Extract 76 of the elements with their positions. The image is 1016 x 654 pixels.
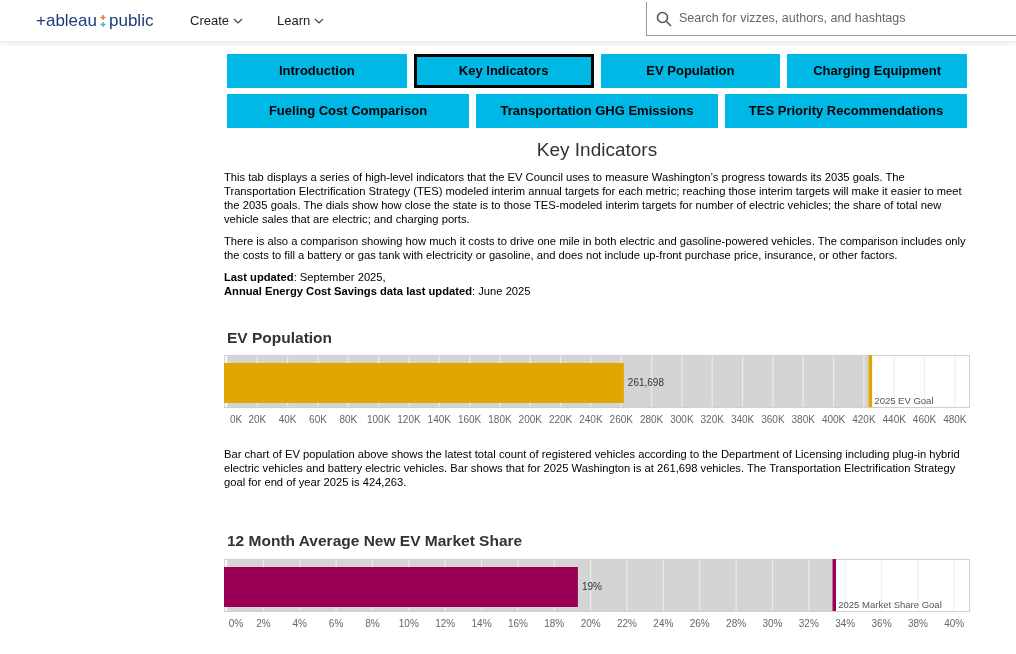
axis-tick-label: 460K [912, 414, 937, 426]
axis-tick-label: 420K [852, 414, 876, 426]
search-field[interactable]: Search for vizzes, authors, and hashtags [646, 1, 1016, 36]
update-note: Annual Energy Cost Savings data last updated: June 2025 [224, 284, 532, 298]
search-icon [656, 10, 672, 27]
tab[interactable]: Transportation GHG Emissions [476, 94, 718, 128]
axis-tick-label: 20K [248, 414, 267, 426]
chart-title: EV Population [227, 328, 334, 348]
page-title: Key Indicators [535, 138, 659, 162]
tab[interactable]: Fueling Cost Comparison [227, 94, 469, 128]
description-paragraph: There is also a comparison showing how much it costs to drive one mile in both electric and gasoline-powered vehicles. The comparison includes only the costs to fill a battery or gas tank with electricity or gasoline, and does not include up-front purchase price, insurance, or other factors. [224, 234, 967, 262]
sparkle-icon [98, 14, 108, 27]
goal-label: 2025 Market Share Goal [838, 598, 942, 610]
axis-tick-label: 6% [328, 617, 344, 629]
axis-tick-label: 10% [398, 617, 419, 629]
goal-line [832, 558, 836, 611]
axis-tick-label: 140K [427, 414, 451, 426]
goal-line [868, 355, 873, 408]
axis-tick-label: 30% [762, 617, 783, 629]
axis-tick-label: 0K [229, 414, 243, 426]
axis-tick-label: 18% [544, 617, 565, 629]
axis-tick-label: 60K [309, 414, 327, 426]
axis-tick-label: 160K [457, 414, 482, 426]
tab[interactable]: Introduction [227, 54, 407, 88]
axis-tick-label: 260K [609, 414, 633, 426]
axis-tick-label: 100K [366, 414, 391, 426]
tab[interactable]: Charging Equipment [787, 54, 967, 88]
update-note: Last updated: September 2025, [224, 270, 387, 284]
logo-text[interactable]: +ableau [36, 7, 97, 34]
nav-menu[interactable]: Create [190, 10, 244, 31]
axis-tick-label: 2% [256, 617, 271, 629]
axis-tick-label: 480K [943, 414, 967, 426]
chart-title: 12 Month Average New EV Market Share [227, 531, 524, 552]
goal-label: 2025 EV Goal [874, 395, 934, 407]
axis-tick-label: 28% [726, 617, 747, 629]
axis-tick-label: 220K [548, 414, 573, 426]
nav-menu[interactable]: Learn [277, 10, 325, 31]
axis-tick-label: 26% [689, 617, 710, 629]
description-paragraph: This tab displays a series of high-level indicators that the EV Council uses to measure Washington’s progress towards its 2035 goals. The Transportation Electrification Strategy (TES) modeled interim annual targets for each metric; reaching those interim targets will make it easier to meet the 2035 goals. The dials show how close the state is to those TES-modeled interim targets for number of electric vehicles; the share of total new vehicle sales that are electric; and charging ports. [224, 170, 963, 226]
axis-tick-label: 200K [518, 414, 542, 426]
axis-tick-label: 36% [871, 617, 892, 629]
axis-tick-label: 400K [821, 414, 846, 426]
axis-tick-label: 300K [670, 414, 694, 426]
axis-tick-label: 4% [292, 617, 307, 629]
tab[interactable]: EV Population [600, 54, 781, 88]
axis-tick-label: 32% [798, 617, 819, 629]
axis-tick-label: 20% [580, 617, 601, 629]
axis-tick-label: 40K [278, 414, 297, 426]
axis-tick-label: 120K [397, 414, 421, 426]
value-label: 19% [581, 580, 602, 592]
chevron-down-icon [233, 17, 244, 24]
axis-tick-label: 16% [507, 617, 528, 629]
axis-tick-label: 8% [365, 617, 380, 629]
tab[interactable]: TES Priority Recommendations [725, 94, 967, 128]
logo-text[interactable]: public [109, 7, 154, 34]
axis-tick-label: 380K [791, 414, 815, 426]
axis-tick-label: 34% [835, 617, 856, 629]
value-label: 261,698 [627, 377, 664, 389]
axis-tick-label: 0% [228, 617, 244, 629]
axis-tick-label: 12% [435, 617, 456, 629]
axis-tick-label: 14% [471, 617, 492, 629]
axis-tick-label: 24% [653, 617, 674, 629]
axis-tick-label: 180K [488, 414, 512, 426]
axis-tick-label: 340K [730, 414, 755, 426]
axis-tick-label: 40% [944, 617, 965, 629]
axis-tick-label: 240K [579, 414, 603, 426]
axis-tick-label: 440K [882, 414, 906, 426]
tab[interactable]: Key Indicators [413, 54, 594, 88]
axis-tick-label: 320K [700, 414, 724, 426]
axis-tick-label: 360K [761, 414, 785, 426]
chart-caption: Bar chart of EV population above shows the latest total count of registered vehicles according to the Department of Licensing including plug-in hybrid electric vehicles and battery electric vehicles. Bar shows that for 2025 Washington is at 261,698 vehicles. The Transportation Electrification Strategy goal for end of year 2025 is 424,263. [224, 447, 961, 490]
axis-tick-label: 280K [639, 414, 664, 426]
chevron-down-icon [314, 17, 325, 24]
axis-tick-label: 80K [339, 414, 358, 426]
axis-tick-label: 22% [617, 617, 637, 629]
axis-tick-label: 38% [907, 617, 928, 629]
